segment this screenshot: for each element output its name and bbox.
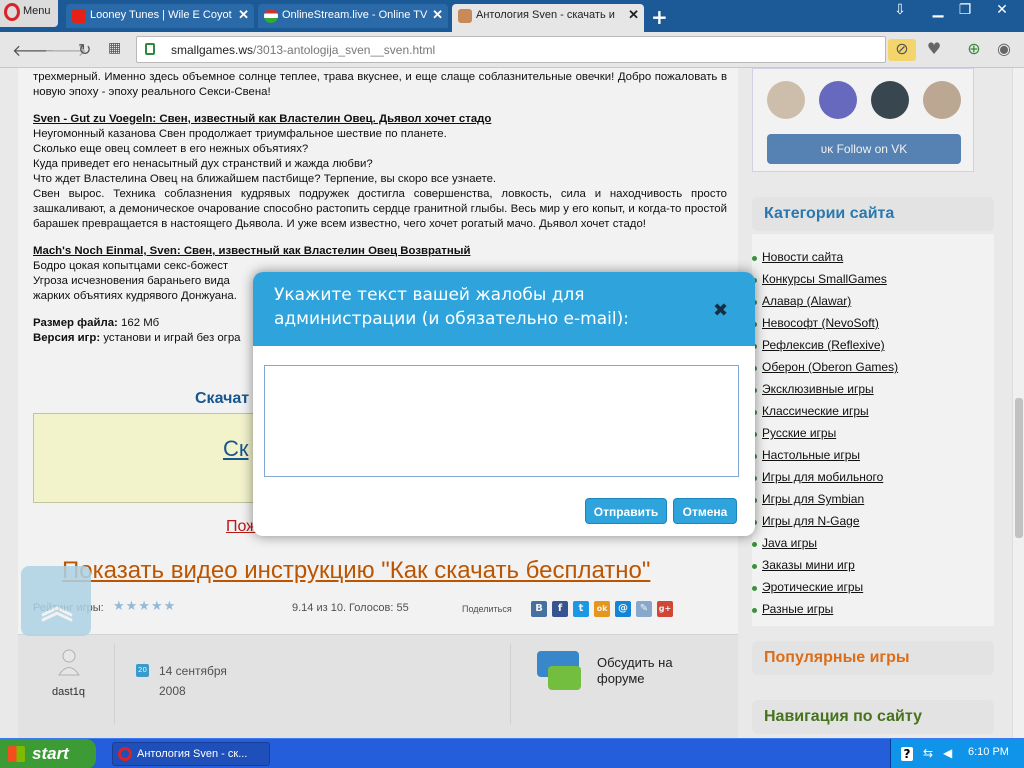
start-label: start: [32, 744, 69, 763]
reload-icon[interactable]: ↻: [78, 40, 91, 59]
flag-icon: [264, 9, 278, 23]
taskbar-opera-item[interactable]: Антология Sven - ск...: [112, 742, 270, 766]
complaint-textarea[interactable]: [264, 365, 739, 477]
opera-menu-button[interactable]: Menu: [0, 0, 58, 27]
volume-icon[interactable]: ◀: [943, 746, 952, 760]
system-tray: ? ⇆ ◀ 6:10 PM: [890, 739, 1024, 768]
windows-taskbar: start Антология Sven - ск... ? ⇆ ◀ 6:10 …: [0, 738, 1024, 768]
speed-dial-icon[interactable]: ▦: [108, 40, 121, 56]
page-scrollbar[interactable]: [1012, 68, 1024, 738]
windows-logo-icon: [8, 746, 25, 762]
tab-close-icon[interactable]: ✕: [432, 7, 443, 23]
tab-onlinestream[interactable]: OnlineStream.live - Online TV ✕: [258, 4, 448, 28]
taskbar-clock: 6:10 PM: [968, 746, 1009, 758]
complaint-dialog: Укажите текст вашей жалобы для администр…: [253, 272, 755, 536]
close-icon[interactable]: ✖: [713, 300, 728, 321]
site-favicon-icon: [458, 9, 472, 23]
menu-label: Menu: [23, 5, 51, 17]
scrollbar-thumb[interactable]: [1015, 398, 1023, 538]
new-tab-button[interactable]: +: [651, 5, 668, 29]
adblock-icon[interactable]: ⊘: [888, 39, 916, 61]
account-icon[interactable]: ◉: [990, 39, 1018, 61]
help-icon[interactable]: ?: [901, 747, 913, 761]
tab-close-icon[interactable]: ✕: [238, 7, 249, 23]
address-bar: 🡐 🡒 ↻ ▦ smallgames.ws/3013-antologija_sv…: [0, 32, 1024, 68]
dialog-title: Укажите текст вашей жалобы для администр…: [274, 285, 629, 329]
lock-icon: [145, 43, 155, 55]
opera-logo-icon: [4, 3, 20, 21]
tab-label: Looney Tunes | Wile E Coyot: [90, 9, 232, 21]
heart-bookmark-icon[interactable]: ♥: [920, 39, 948, 61]
tab-bar: Menu Looney Tunes | Wile E Coyot ✕ Onlin…: [0, 0, 1024, 32]
window-close-icon[interactable]: ✕: [992, 2, 1012, 20]
download-icon[interactable]: ⊕: [960, 39, 988, 61]
start-button[interactable]: start: [0, 739, 96, 768]
network-icon[interactable]: ⇆: [923, 746, 933, 760]
restore-icon[interactable]: ❐: [955, 2, 975, 20]
tab-sven-active[interactable]: Антология Sven - скачать и ✕: [452, 4, 644, 32]
taskbar-item-label: Антология Sven - ск...: [137, 748, 248, 760]
tab-label: Антология Sven - скачать и: [476, 9, 615, 21]
cancel-button[interactable]: Отмена: [673, 498, 737, 524]
tab-menu-icon[interactable]: ⇩: [890, 2, 910, 20]
tab-label: OnlineStream.live - Online TV: [282, 9, 428, 21]
minimize-icon[interactable]: ▁: [928, 2, 948, 20]
tab-looney-tunes[interactable]: Looney Tunes | Wile E Coyot ✕: [66, 4, 254, 28]
opera-icon: [118, 747, 132, 761]
tab-close-icon[interactable]: ✕: [628, 7, 639, 23]
send-button[interactable]: Отправить: [585, 498, 667, 524]
url-domain: smallgames.ws: [171, 43, 254, 57]
youtube-icon: [72, 9, 86, 23]
dialog-header: Укажите текст вашей жалобы для администр…: [253, 272, 755, 346]
url-field[interactable]: smallgames.ws/3013-antologija_sven__sven…: [136, 36, 886, 63]
url-path: /3013-antologija_sven__sven.html: [253, 43, 436, 57]
